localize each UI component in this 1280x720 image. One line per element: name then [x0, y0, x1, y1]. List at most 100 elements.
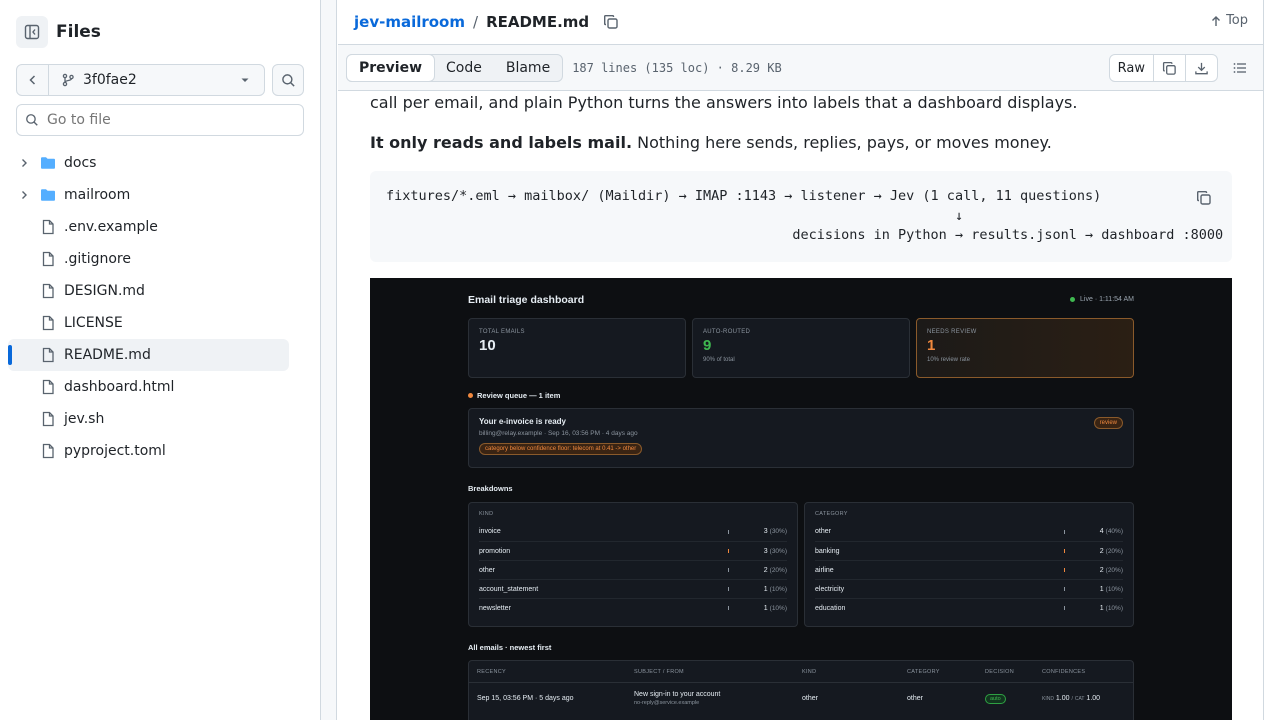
decision-badge: auto: [985, 693, 1006, 704]
branch-selector[interactable]: 3f0fae2: [16, 64, 265, 96]
breakdown-key: education: [815, 604, 846, 612]
section-label: Review queue — 1 item: [477, 391, 561, 400]
column-header: KIND: [802, 668, 817, 675]
tree-file-license[interactable]: LICENSE: [8, 307, 289, 339]
branch-label: 3f0fae2: [83, 72, 137, 88]
kpi-value: 1: [927, 337, 936, 354]
emails-table: RECENCY SUBJECT / FROM KIND CATEGORY DEC…: [468, 660, 1134, 720]
tab-blame[interactable]: Blame: [494, 55, 562, 81]
raw-button[interactable]: Raw: [1110, 55, 1153, 81]
review-subject: Your e-invoice is ready: [479, 417, 566, 426]
back-button[interactable]: [17, 65, 49, 95]
tree-file-pyproject-toml[interactable]: pyproject.toml: [8, 435, 289, 467]
breakdown-bar: [1064, 587, 1065, 591]
breakdown-row: newsletter 1 (10%): [479, 598, 787, 617]
count-percent: (10%): [769, 604, 787, 612]
tree-file-jev-sh[interactable]: jev.sh: [8, 403, 289, 435]
go-to-file-input[interactable]: [47, 112, 287, 128]
breakdown-count: 2 (20%): [1089, 548, 1123, 555]
breakdown-key: invoice: [479, 528, 501, 535]
collapse-sidebar-button[interactable]: [16, 16, 48, 48]
breakdown-key: airline: [815, 566, 834, 574]
tree-file-env-example[interactable]: .env.example: [8, 211, 289, 243]
dot-icon: [468, 393, 473, 398]
breadcrumb-repo-link[interactable]: jev-mailroom: [354, 13, 465, 31]
tree-item-label: jev.sh: [64, 411, 105, 427]
expand-chevron[interactable]: [16, 157, 32, 169]
folder-icon-wrap: [40, 187, 56, 203]
tree-item-label: docs: [64, 155, 97, 171]
breakdowns-title: Breakdowns: [468, 484, 513, 493]
breakdown-bar: [1064, 549, 1065, 553]
expand-chevron[interactable]: [16, 189, 32, 201]
file-icon: [42, 283, 54, 299]
breakdown-row: airline 2 (20%): [815, 560, 1123, 579]
breakdown-bar: [728, 568, 729, 572]
tab-code[interactable]: Code: [434, 55, 494, 81]
tree-item-label: .env.example: [64, 219, 158, 235]
count-value: 3: [763, 528, 768, 535]
count-value: 4: [1099, 528, 1104, 535]
live-indicator: Live · 1:11:54 AM: [1070, 296, 1134, 303]
category-breakdown: CATEGORY other 4 (40%) banking 2 (20%) airli…: [804, 502, 1134, 627]
count-value: 1: [1099, 585, 1104, 593]
breakdown-row: promotion 3 (30%): [479, 541, 787, 560]
download-button[interactable]: [1185, 55, 1217, 81]
top-label: Top: [1226, 13, 1248, 28]
code-line: ↓: [386, 207, 964, 224]
tree-folder-docs[interactable]: docs: [8, 147, 289, 179]
count-value: 2: [1099, 566, 1104, 574]
branch-name[interactable]: 3f0fae2: [49, 72, 240, 88]
copy-icon: [1197, 191, 1211, 205]
breakdown-bar: [1064, 529, 1065, 534]
breakdown-count: 1 (10%): [753, 586, 787, 593]
file-icon: [42, 315, 54, 331]
copy-code-button[interactable]: [1190, 184, 1218, 212]
breakdown-key: other: [815, 528, 831, 535]
column-header: RECENCY: [477, 668, 506, 675]
tree-file-design-md[interactable]: DESIGN.md: [8, 275, 289, 307]
top-link[interactable]: Top: [1210, 13, 1248, 28]
conf-label: CAT: [1074, 695, 1085, 702]
copy-path-button[interactable]: [603, 14, 619, 30]
tree-file-gitignore[interactable]: .gitignore: [8, 243, 289, 275]
outline-button[interactable]: [1232, 60, 1248, 76]
kpi-auto-routed: AUTO-ROUTED 9 90% of total: [692, 318, 910, 378]
count-value: 3: [763, 547, 768, 555]
breakdown-row: banking 2 (20%): [815, 541, 1123, 560]
file-icon: [42, 251, 54, 267]
review-queue-title: Review queue — 1 item: [468, 391, 560, 400]
breakdown-key: other: [479, 566, 495, 574]
column-header: SUBJECT / FROM: [634, 668, 684, 675]
go-to-file-box[interactable]: [16, 104, 304, 136]
count-percent: (40%): [1105, 528, 1123, 535]
breakdown-row: electricity 1 (10%): [815, 579, 1123, 598]
column-header: CATEGORY: [907, 668, 940, 675]
count-percent: (10%): [1105, 585, 1123, 593]
tab-preview[interactable]: Preview: [346, 53, 436, 82]
review-reason: category below confidence floor: telecom…: [479, 443, 643, 455]
toolbar-actions: Raw: [1108, 54, 1248, 82]
arrow-up-icon: [1212, 15, 1221, 26]
download-icon: [1195, 62, 1208, 74]
kpi-value: 9: [703, 337, 712, 354]
tree-item-label: README.md: [64, 347, 151, 363]
count-percent: (10%): [1105, 604, 1123, 612]
resize-gutter[interactable]: [321, 0, 337, 720]
count-value: 1: [763, 585, 768, 593]
tree-file-dashboard-html[interactable]: dashboard.html: [8, 371, 289, 403]
kind-breakdown: KIND invoice 3 (30%) promotion 3 (30%) other…: [468, 502, 798, 627]
tree-file-readme-md[interactable]: README.md: [8, 339, 289, 371]
copy-icon: [1162, 61, 1176, 75]
file-toolbar: Preview Code Blame 187 lines (135 loc) ·…: [338, 44, 1263, 91]
copy-raw-button[interactable]: [1153, 55, 1185, 81]
tree-item-label: LICENSE: [64, 315, 123, 331]
breakdown-row: other 2 (20%): [479, 560, 787, 579]
tree-folder-mailroom[interactable]: mailroom: [8, 179, 289, 211]
file-sidebar: Files 3f0fae2 docs mailroom .env.example .g…: [0, 0, 321, 720]
paragraph-text: Nothing here sends, replies, pays, or mo…: [632, 133, 1052, 152]
live-label: Live · 1:11:54 AM: [1080, 296, 1134, 303]
tree-item-label: mailroom: [64, 187, 131, 203]
search-files-button[interactable]: [272, 64, 304, 96]
breakdown-bar: [728, 587, 729, 591]
